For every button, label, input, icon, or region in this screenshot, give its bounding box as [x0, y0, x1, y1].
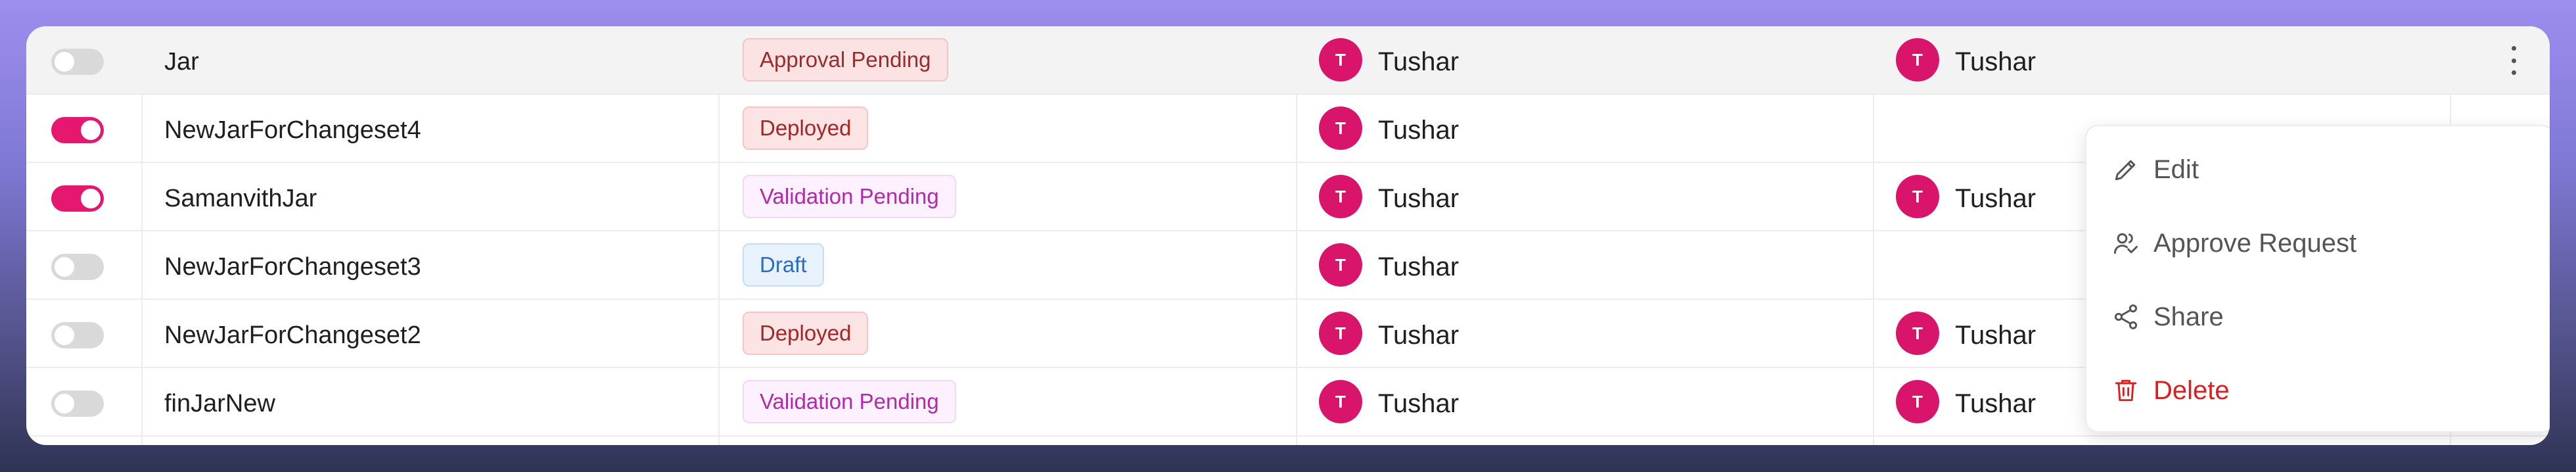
- jar-name[interactable]: Jar: [164, 49, 199, 75]
- jar-name[interactable]: NewJarForChangeset4: [164, 117, 421, 143]
- table-row[interactable]: Jar Approval Pending T Tushar T Tushar: [26, 26, 2550, 95]
- column-divider: [718, 95, 720, 445]
- avatar: T: [1896, 380, 1939, 423]
- avatar: T: [1319, 243, 1362, 287]
- jar-name[interactable]: NewJarForChangeset3: [164, 254, 421, 280]
- avatar: T: [1319, 312, 1362, 355]
- jar-table-card: Jar Approval Pending T Tushar T Tushar N…: [26, 26, 2550, 445]
- column-divider: [1873, 95, 1874, 445]
- avatar: T: [1319, 38, 1362, 82]
- approved-by-name: Tushar: [1955, 321, 2036, 350]
- column-divider: [1296, 95, 1297, 445]
- avatar: T: [1896, 312, 1939, 355]
- share-icon: [2114, 304, 2138, 329]
- status-badge: Deployed: [743, 106, 869, 150]
- created-by-name: Tushar: [1378, 321, 1460, 350]
- more-options-icon[interactable]: [2504, 46, 2523, 75]
- menu-item-label: Delete: [2153, 375, 2230, 405]
- users-check-icon: [2114, 233, 2138, 254]
- menu-item-edit[interactable]: Edit: [2111, 150, 2199, 189]
- enable-toggle[interactable]: [51, 254, 104, 280]
- approved-by-name: Tushar: [1955, 47, 2036, 76]
- jar-name[interactable]: NewJarForChangeset2: [164, 322, 421, 348]
- avatar: T: [1896, 175, 1939, 218]
- status-badge: Draft: [743, 243, 824, 287]
- jar-name[interactable]: SamanvithJar: [164, 185, 317, 212]
- menu-item-label: Edit: [2153, 154, 2199, 184]
- avatar: T: [1319, 106, 1362, 150]
- column-divider: [141, 95, 143, 445]
- avatar: T: [1319, 175, 1362, 218]
- enable-toggle[interactable]: [51, 390, 104, 417]
- trash-icon: [2115, 379, 2137, 402]
- menu-item-label: Approve Request: [2153, 228, 2357, 258]
- menu-item-delete[interactable]: Delete: [2111, 371, 2230, 410]
- status-badge: Validation Pending: [743, 175, 956, 218]
- created-by-name: Tushar: [1378, 252, 1460, 281]
- created-by-name: Tushar: [1378, 116, 1460, 145]
- created-by-name: Tushar: [1378, 47, 1460, 76]
- row-actions-menu: Edit Approve Request Share Delete: [2085, 125, 2550, 433]
- status-badge: Approval Pending: [743, 38, 948, 82]
- enable-toggle[interactable]: [51, 185, 104, 212]
- enable-toggle[interactable]: [51, 49, 104, 75]
- status-badge: Deployed: [743, 312, 869, 355]
- menu-item-share[interactable]: Share: [2111, 297, 2224, 337]
- pencil-icon: [2115, 160, 2136, 181]
- approved-by-name: Tushar: [1955, 184, 2036, 213]
- avatar: T: [1896, 38, 1939, 82]
- status-badge: Validation Pending: [743, 380, 956, 423]
- enable-toggle[interactable]: [51, 117, 104, 143]
- created-by-name: Tushar: [1378, 184, 1460, 213]
- menu-item-approve-request[interactable]: Approve Request: [2111, 224, 2357, 263]
- approved-by-name: Tushar: [1955, 389, 2036, 418]
- avatar: T: [1319, 380, 1362, 423]
- menu-item-label: Share: [2153, 302, 2224, 331]
- created-by-name: Tushar: [1378, 389, 1460, 418]
- enable-toggle[interactable]: [51, 322, 104, 348]
- jar-name[interactable]: finJarNew: [164, 390, 275, 417]
